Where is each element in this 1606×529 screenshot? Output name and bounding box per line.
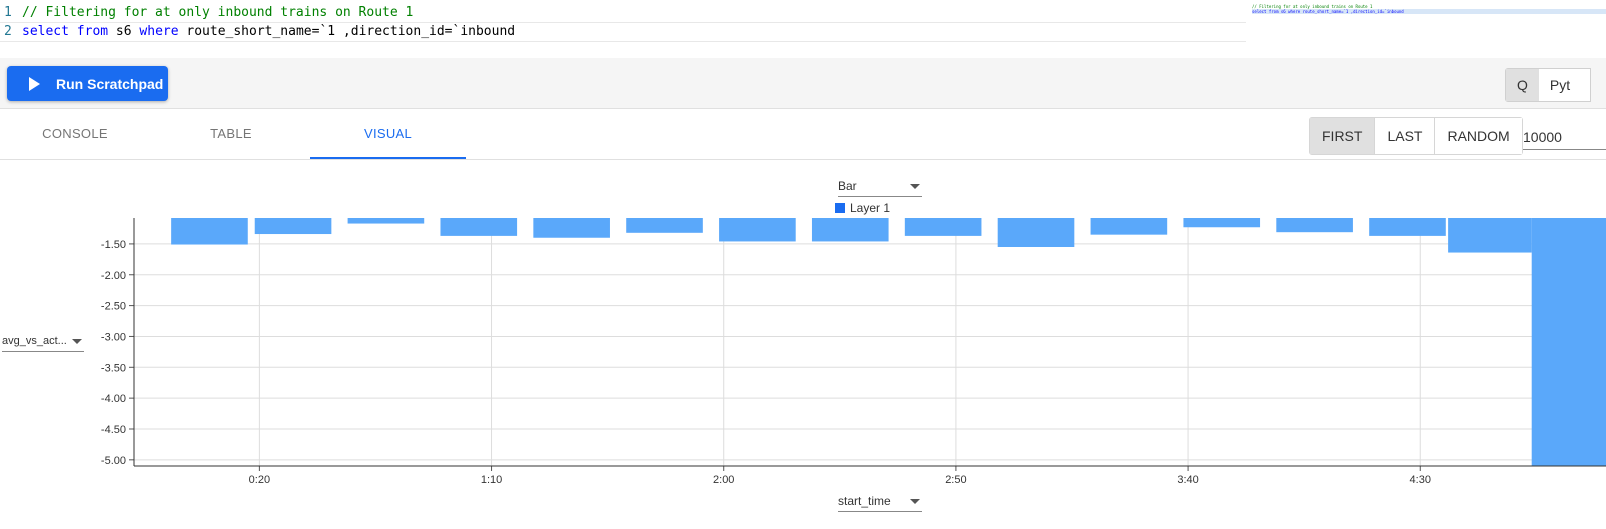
play-icon [29, 76, 40, 91]
chart-grid [134, 218, 1606, 466]
bar [1276, 218, 1353, 233]
code-keyword: select [22, 24, 69, 39]
sampling-options: FIRST LAST RANDOM [1309, 117, 1523, 155]
x-field-value: start_time [838, 494, 891, 508]
y-tick-label: -5.00 [101, 455, 126, 467]
y-tick-label: -2.00 [101, 270, 126, 282]
bar [719, 218, 796, 242]
lang-q-button[interactable]: Q [1506, 69, 1539, 101]
code-editor[interactable]: 1 // Filtering for at only inbound trains… [0, 0, 1246, 42]
bar [347, 218, 425, 224]
bar [1369, 218, 1446, 236]
code-line-2[interactable]: 2 select from s6 where route_short_name=`… [0, 23, 1246, 42]
bar [254, 218, 332, 235]
y-field-select[interactable]: avg_vs_act... [2, 331, 84, 352]
x-tick-label: 1:10 [481, 474, 502, 486]
tab-console[interactable]: CONSOLE [0, 109, 150, 157]
minimap-line: select from s6 where route_short_name=`1… [1252, 9, 1606, 14]
legend-label: Layer 1 [850, 201, 891, 215]
x-field-select[interactable]: start_time [838, 491, 922, 512]
chevron-down-icon [72, 339, 82, 344]
bar [811, 218, 889, 242]
code-keyword: where [139, 24, 179, 39]
x-tick-label: 2:00 [713, 474, 734, 486]
y-tick-label: -3.00 [101, 331, 126, 343]
run-button-label: Run Scratchpad [56, 75, 164, 92]
sample-last-button[interactable]: LAST [1375, 118, 1436, 154]
result-tabs: CONSOLE TABLE VISUAL FIRST LAST RANDOM 1… [0, 109, 1606, 160]
chart-legend: Layer 1 [835, 201, 890, 215]
sample-random-button[interactable]: RANDOM [1435, 118, 1522, 154]
y-tick-label: -2.50 [101, 301, 126, 313]
bar [533, 218, 610, 238]
bar [171, 218, 248, 245]
bar [1448, 218, 1532, 253]
bar [904, 218, 982, 236]
code-text: s6 [108, 24, 140, 39]
scratchpad-toolbar: Run Scratchpad Q Pyt [0, 58, 1606, 109]
tab-table[interactable]: TABLE [156, 109, 306, 157]
x-tick-label: 0:20 [249, 474, 270, 486]
chart-type-select[interactable]: Bar [838, 176, 922, 197]
code-text: route_short_name=`1 ,direction_id=`inbou… [178, 24, 516, 39]
chevron-down-icon [910, 499, 920, 504]
code-line-1[interactable]: 1 // Filtering for at only inbound trains… [0, 4, 1246, 23]
y-tick-label: -3.50 [101, 362, 126, 374]
bar [1183, 218, 1261, 228]
legend-swatch [835, 203, 845, 213]
code-comment: // Filtering for at only inbound trains … [22, 5, 414, 20]
run-scratchpad-button[interactable]: Run Scratchpad [7, 66, 168, 101]
bar [1090, 218, 1168, 235]
line-number: 2 [4, 24, 12, 39]
bar [997, 218, 1075, 247]
y-tick-label: -1.50 [101, 239, 126, 251]
y-tick-label: -4.00 [101, 393, 126, 405]
tab-visual[interactable]: VISUAL [310, 109, 466, 159]
x-tick-label: 2:50 [945, 474, 966, 486]
code-keyword: from [76, 24, 109, 39]
language-toggle: Q Pyt [1505, 68, 1592, 102]
lang-python-button[interactable]: Pyt [1538, 69, 1591, 101]
chart-axes: -1.50 -2.00 -2.50 -3.00 -3.50 -4.00 -4.50 -5.00… [101, 218, 1606, 486]
line-number: 1 [4, 5, 12, 20]
sample-first-button[interactable]: FIRST [1310, 118, 1376, 154]
chart-bars [171, 218, 1606, 466]
editor-minimap[interactable]: // Filtering for at only inbound trains … [1252, 4, 1606, 18]
row-limit-input[interactable]: 10000 [1523, 125, 1606, 150]
bar [1531, 218, 1606, 466]
y-field-value: avg_vs_act... [2, 335, 67, 347]
y-tick-label: -4.50 [101, 424, 126, 436]
chevron-down-icon [910, 184, 920, 189]
x-tick-label: 3:40 [1177, 474, 1198, 486]
chart-type-value: Bar [838, 179, 857, 193]
bar [440, 218, 518, 236]
x-tick-label: 4:30 [1410, 474, 1431, 486]
bar [626, 218, 703, 233]
